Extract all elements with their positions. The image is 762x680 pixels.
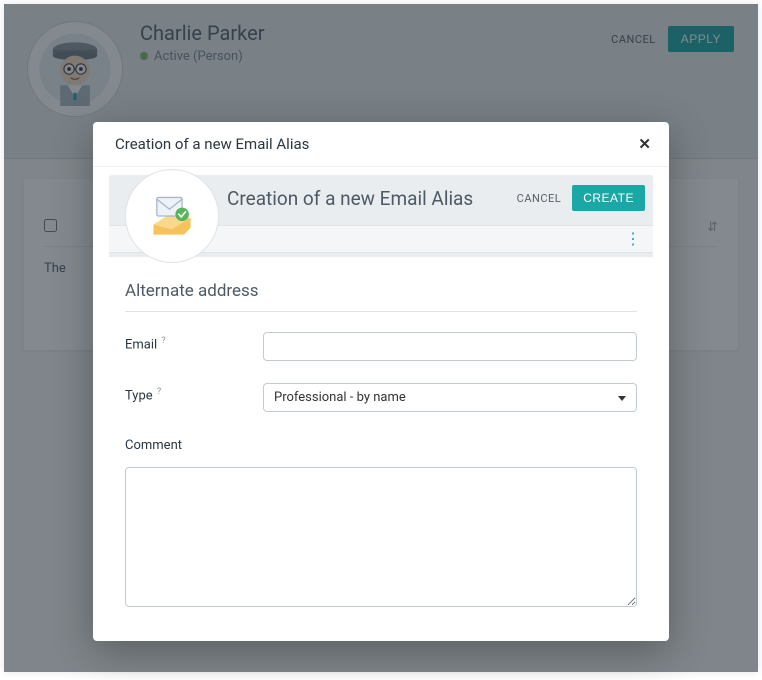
email-label: Email ? xyxy=(125,332,243,361)
email-alias-icon xyxy=(125,169,219,263)
cancel-link[interactable]: CANCEL xyxy=(517,192,562,205)
more-actions-icon[interactable]: ⋮ xyxy=(625,235,641,243)
comment-label: Comment xyxy=(125,434,243,453)
email-field[interactable] xyxy=(263,332,637,361)
create-email-alias-modal: Creation of a new Email Alias ✕ Creation… xyxy=(93,122,669,641)
modal-subtitle: Creation of a new Email Alias xyxy=(227,187,506,210)
modal-overlay: Creation of a new Email Alias ✕ Creation… xyxy=(4,4,758,672)
type-select[interactable]: Professional - by name xyxy=(263,383,637,412)
comment-field[interactable] xyxy=(125,467,637,607)
close-icon[interactable]: ✕ xyxy=(638,135,651,153)
type-label: Type ? xyxy=(125,383,243,412)
modal-title: Creation of a new Email Alias xyxy=(115,135,309,153)
section-title: Alternate address xyxy=(125,281,637,312)
create-button[interactable]: CREATE xyxy=(572,185,645,211)
